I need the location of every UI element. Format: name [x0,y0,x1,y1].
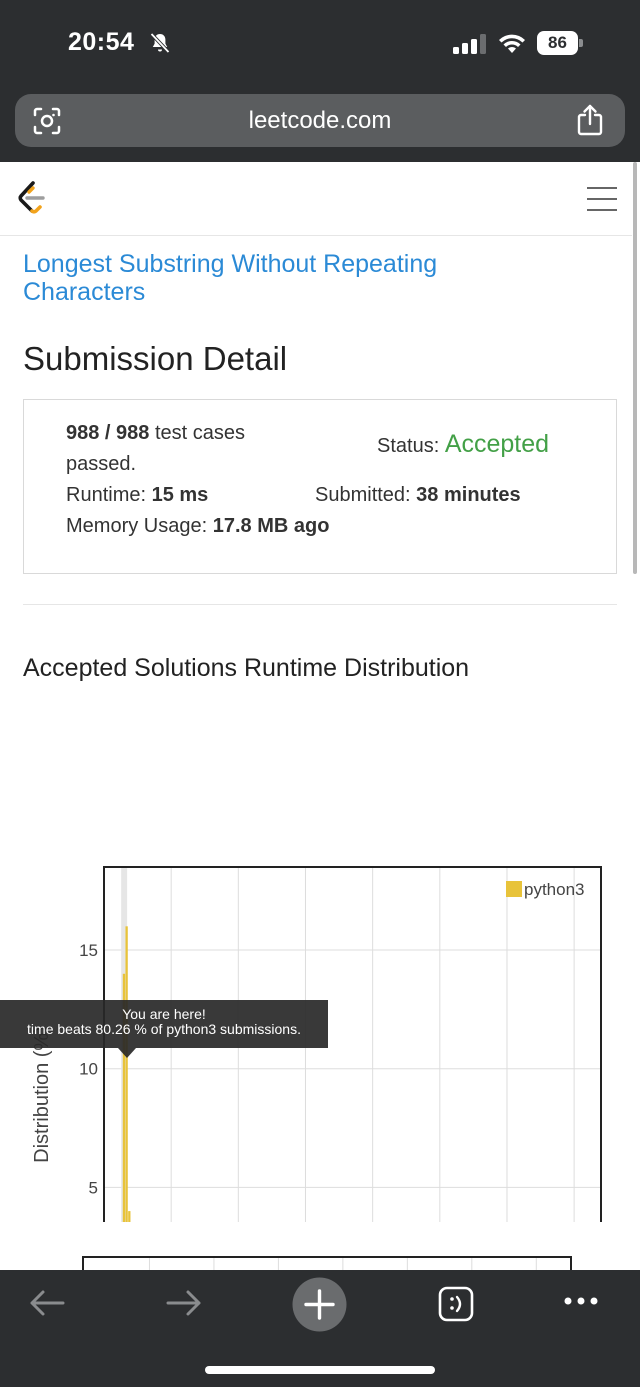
distribution-heading: Accepted Solutions Runtime Distribution [23,654,470,682]
ios-status-and-url-bar: 20:54 86 leetcode.com [0,0,640,162]
battery-icon: 86 [537,31,583,55]
memory-label: Memory Usage: [66,515,208,537]
wifi-icon [499,34,525,53]
web-page: Longest Substring Without Repeating Char… [0,162,640,1270]
section-divider [23,604,617,605]
status-label: Status: [377,435,440,457]
legend-swatch [506,881,522,897]
runtime-label: Runtime: [66,484,147,506]
submitted-line: Submitted: 38 minutes [315,484,521,507]
runtime-line: Runtime: 15 ms [66,484,208,507]
forward-arrow-icon[interactable] [165,1288,203,1318]
submitted-suffix: ago [293,515,330,537]
bell-slash-icon [150,32,170,54]
tooltip-line2: time beats 80.26 % of python3 submission… [27,1021,301,1037]
runtime-distribution-chart[interactable]: 05010015020025030035051015Runtime (ms)Di… [0,692,632,1222]
memory-value: 17.8 MB [212,515,289,537]
browser-toolbar [0,1270,640,1387]
y-tick-label: 5 [89,1178,98,1197]
url-bar[interactable]: leetcode.com [15,94,625,147]
submitted-label: Submitted: [315,484,411,506]
page-scrollbar[interactable] [632,162,640,1270]
status-value[interactable]: Accepted [445,430,549,458]
next-chart-grid [148,1258,537,1270]
more-dots-icon[interactable] [563,1296,599,1306]
new-tab-plus-icon[interactable] [292,1277,347,1332]
submission-detail-heading: Submission Detail [23,340,288,377]
next-chart-frame [82,1256,572,1270]
home-indicator [205,1366,435,1374]
runtime-value: 15 ms [151,484,209,506]
submitted-value: 38 minutes [416,484,521,506]
battery-tip [579,39,583,47]
tooltip-arrow [118,1048,136,1058]
site-header [0,162,632,236]
passed-count: 988 / 988 [66,422,150,444]
status-time: 20:54 [68,28,135,56]
signal-icon [453,34,486,54]
tabs-icon[interactable] [438,1286,474,1322]
back-arrow-icon[interactable] [28,1288,66,1318]
problem-title-link[interactable]: Longest Substring Without Repeating Char… [23,250,543,306]
battery-level: 86 [537,31,578,55]
tooltip-line1: You are here! [122,1006,206,1022]
passed-label: passed. [66,453,137,475]
hamburger-menu-icon[interactable] [586,186,618,212]
legend-label: python3 [524,880,585,899]
memory-line: Memory Usage: 17.8 MB ago [66,515,329,538]
url-text[interactable]: leetcode.com [15,107,625,135]
chart-tooltip: You are here! time beats 80.26 % of pyth… [0,1000,328,1048]
bar [128,1211,131,1222]
test-cases-line: 988 / 988 test cases [66,422,245,445]
y-tick-label: 15 [79,941,98,960]
status-line: Status: Accepted [377,430,549,459]
share-icon[interactable] [575,103,605,137]
leetcode-logo[interactable] [16,180,48,216]
scroll-thumb[interactable] [633,162,637,574]
submission-detail-panel: 988 / 988 test cases passed. Runtime: 15… [23,399,617,574]
test-cases-label: test cases [154,422,246,444]
bar [125,926,128,1222]
y-tick-label: 10 [79,1060,98,1079]
